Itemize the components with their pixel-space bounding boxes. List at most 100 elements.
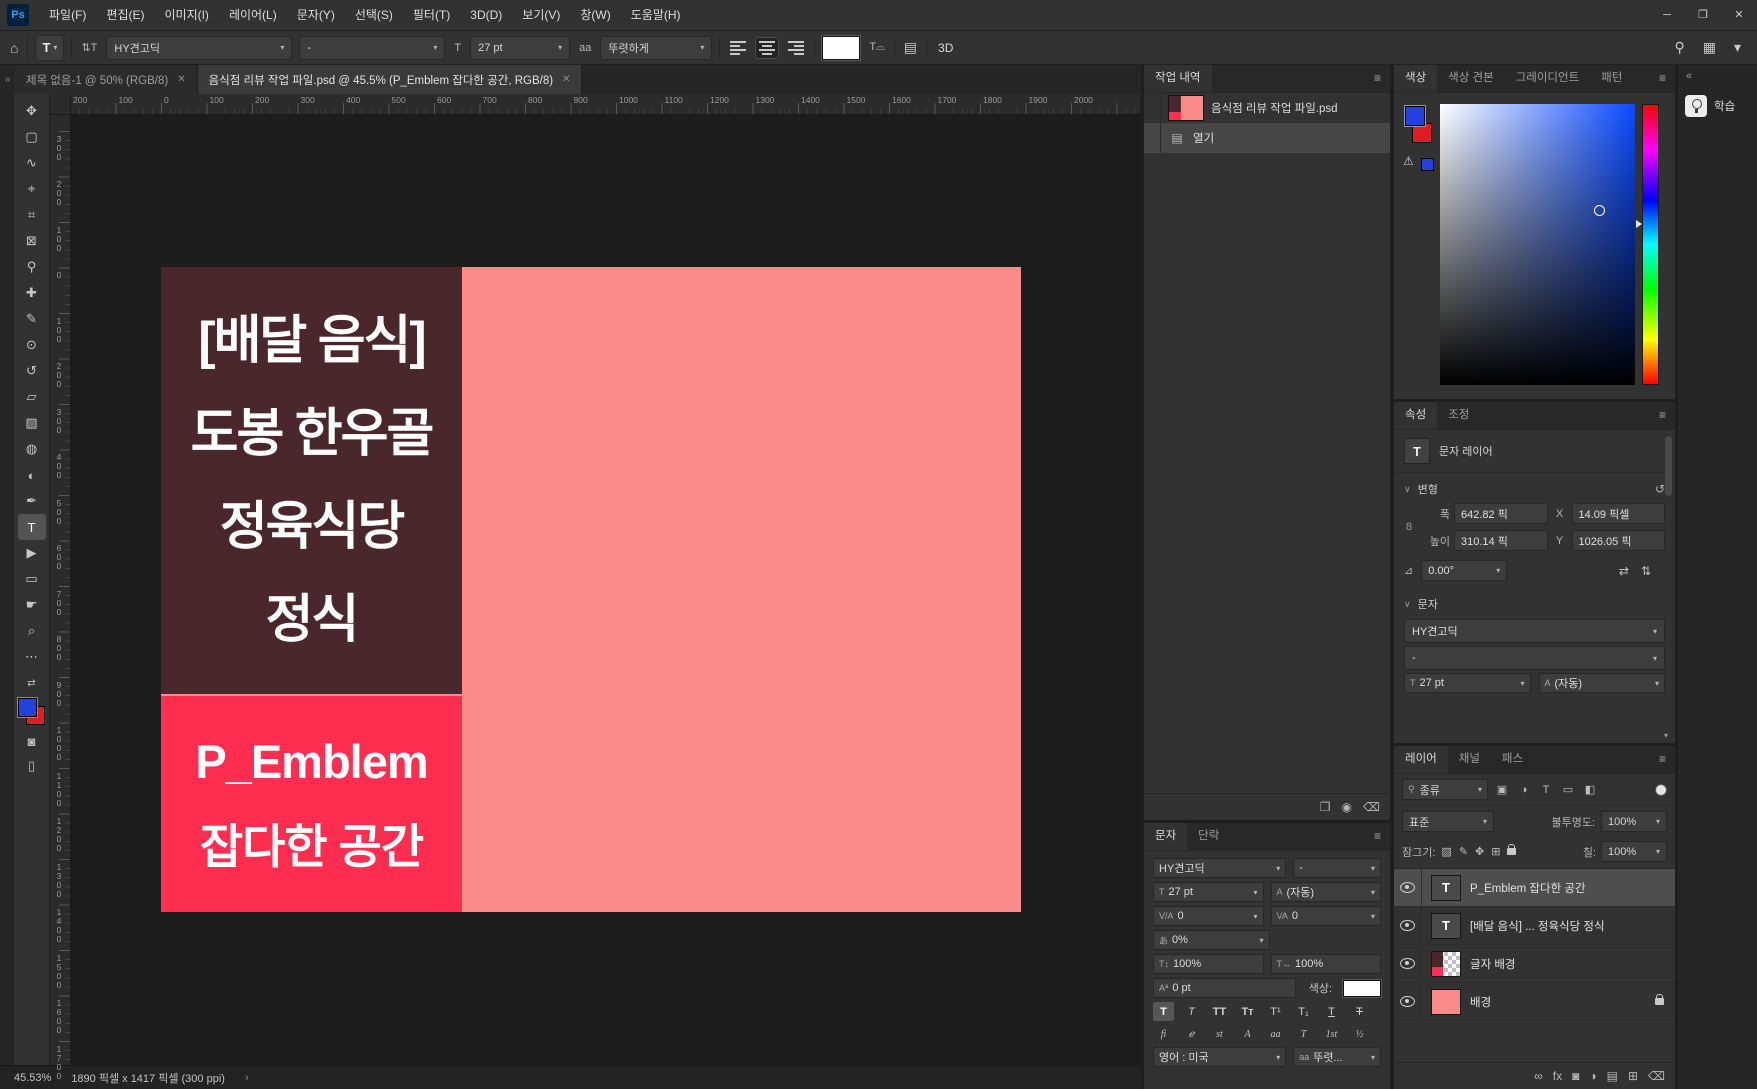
- new-adjustment-layer-icon[interactable]: ◑: [1589, 1069, 1596, 1083]
- new-document-from-state-icon[interactable]: ❐: [1320, 800, 1331, 814]
- menu-item-10[interactable]: 창(W): [570, 0, 620, 30]
- canvas-viewport[interactable]: [배달 음식]도봉 한우골정육식당정식 P_Emblem잡다한 공간: [70, 114, 1140, 1065]
- chevron-down-icon[interactable]: ▾: [1732, 39, 1743, 56]
- history-brush-tool[interactable]: ↺: [18, 358, 46, 384]
- panel-menu-icon[interactable]: ≡: [1650, 402, 1675, 429]
- pen-tool[interactable]: ✒: [18, 488, 46, 514]
- clone-stamp-tool[interactable]: ⊙: [18, 332, 46, 358]
- type-tool[interactable]: T: [18, 514, 46, 540]
- layers-tab-1[interactable]: 레이어: [1394, 746, 1448, 773]
- font-style-select[interactable]: - ▾: [299, 36, 445, 60]
- faux-bold-button[interactable]: T: [1153, 1002, 1174, 1021]
- delete-layer-icon[interactable]: ⌫: [1648, 1069, 1665, 1083]
- constrain-proportions-icon[interactable]: 8: [1402, 521, 1416, 533]
- foreground-color-swatch[interactable]: [1405, 106, 1425, 126]
- char-language-select[interactable]: 영어 : 미국 ▾: [1153, 1047, 1286, 1067]
- small-caps-button[interactable]: Tᴛ: [1237, 1002, 1258, 1021]
- collapse-tools-icon[interactable]: »: [0, 65, 15, 94]
- filter-type-layers-icon[interactable]: T: [1536, 780, 1556, 799]
- character-section-header[interactable]: ∨ 문자: [1394, 588, 1675, 616]
- menu-item-1[interactable]: 파일(F): [39, 0, 96, 30]
- strikethrough-button[interactable]: T: [1349, 1002, 1370, 1021]
- new-layer-icon[interactable]: ⊞: [1628, 1069, 1638, 1083]
- vertical-ruler[interactable]: 3002001000100200300400500600700800900100…: [50, 114, 71, 1065]
- object-selection-tool[interactable]: ⌖: [18, 176, 46, 202]
- horizontal-ruler[interactable]: 2001000100200300400500600700800900100011…: [70, 94, 1140, 115]
- character-tab-1[interactable]: 문자: [1144, 823, 1187, 850]
- dodge-tool[interactable]: ◐: [18, 462, 46, 488]
- titling-alternates-button[interactable]: T: [1293, 1025, 1314, 1043]
- properties-scrollbar[interactable]: ▾: [1663, 432, 1674, 740]
- panel-menu-icon[interactable]: ≡: [1365, 823, 1390, 850]
- opacity-select[interactable]: 100% ▾: [1601, 811, 1667, 832]
- color-tab-1[interactable]: 색상: [1394, 65, 1437, 92]
- frame-tool[interactable]: ⊠: [18, 228, 46, 254]
- props-font-family-select[interactable]: HY견고딕 ▾: [1404, 619, 1665, 643]
- color-picker-field[interactable]: [1440, 104, 1635, 385]
- menu-item-4[interactable]: 레이어(L): [219, 0, 287, 30]
- layer-visibility-toggle[interactable]: [1394, 983, 1422, 1020]
- layers-tab-3[interactable]: 패스: [1491, 746, 1534, 773]
- path-selection-tool[interactable]: ▶: [18, 540, 46, 566]
- layer-row-2[interactable]: T[배달 음식] ... 정육식당 정식: [1394, 907, 1675, 945]
- gamut-color-chip[interactable]: [1421, 158, 1434, 171]
- y-field[interactable]: 1026.05 픽: [1572, 530, 1666, 551]
- transform-section-header[interactable]: ∨ 변형 ↺: [1394, 473, 1675, 501]
- angle-field[interactable]: 0.00° ▾: [1421, 560, 1507, 581]
- contextual-alternates-button[interactable]: ℯ: [1181, 1025, 1202, 1043]
- faux-italic-button[interactable]: T: [1181, 1002, 1202, 1021]
- scroll-down-icon[interactable]: ▾: [1664, 731, 1668, 740]
- blend-mode-select[interactable]: 표준 ▾: [1402, 811, 1494, 832]
- panel-menu-icon[interactable]: ≡: [1365, 65, 1390, 92]
- eyedropper-tool[interactable]: ⚲: [18, 254, 46, 280]
- superscript-button[interactable]: T¹: [1265, 1002, 1286, 1021]
- char-tracking-select[interactable]: VA 0 ▾: [1271, 906, 1382, 926]
- align-left-button[interactable]: [727, 38, 749, 58]
- char-vertical-scale-field[interactable]: T↕ 100%: [1153, 954, 1264, 974]
- char-horizontal-scale-field[interactable]: T↔ 100%: [1271, 954, 1382, 974]
- spot-healing-brush-tool[interactable]: ✚: [18, 280, 46, 306]
- ordinals-button[interactable]: 1st: [1321, 1025, 1342, 1043]
- tool-preset-picker[interactable]: T ▾: [35, 35, 64, 61]
- props-size-select[interactable]: T 27 pt ▾: [1404, 673, 1531, 693]
- char-font-style-select[interactable]: - ▾: [1293, 858, 1381, 878]
- filter-pixel-layers-icon[interactable]: ▣: [1492, 780, 1512, 799]
- char-color-swatch[interactable]: [1343, 980, 1381, 997]
- standard-ligatures-button[interactable]: fi: [1153, 1025, 1174, 1043]
- props-font-style-select[interactable]: - ▾: [1404, 646, 1665, 670]
- height-field[interactable]: 310.14 픽: [1454, 530, 1548, 551]
- document-canvas[interactable]: [배달 음식]도봉 한우골정육식당정식 P_Emblem잡다한 공간: [161, 267, 1021, 912]
- menu-item-11[interactable]: 도움말(H): [621, 0, 691, 30]
- filter-adjustment-layers-icon[interactable]: ◑: [1514, 780, 1534, 799]
- layer-filter-toggle[interactable]: [1655, 784, 1667, 796]
- tab-close-icon[interactable]: ✕: [562, 74, 570, 85]
- swash-button[interactable]: A: [1237, 1025, 1258, 1043]
- fill-select[interactable]: 100% ▾: [1601, 841, 1667, 862]
- flip-horizontal-icon[interactable]: ⇄: [1619, 564, 1629, 578]
- history-brush-source[interactable]: [1144, 93, 1161, 123]
- properties-tab-1[interactable]: 속성: [1394, 402, 1437, 429]
- layers-tab-2[interactable]: 채널: [1448, 746, 1491, 773]
- brush-tool[interactable]: ✎: [18, 306, 46, 332]
- hue-slider-arrow[interactable]: [1636, 220, 1642, 228]
- history-panel-tab[interactable]: 작업 내역: [1144, 65, 1212, 92]
- workspace-switcher-icon[interactable]: ▦: [1701, 39, 1718, 56]
- new-group-icon[interactable]: ▤: [1607, 1069, 1618, 1083]
- gradient-tool[interactable]: ▨: [18, 410, 46, 436]
- layer-filter-type-select[interactable]: ⚲ 종류 ▾: [1402, 779, 1488, 800]
- layer-visibility-toggle[interactable]: [1394, 907, 1422, 944]
- flip-vertical-icon[interactable]: ⇅: [1641, 564, 1651, 578]
- menu-item-7[interactable]: 필터(T): [403, 0, 460, 30]
- char-size-select[interactable]: T 27 pt ▾: [1153, 882, 1264, 902]
- char-font-family-select[interactable]: HY견고딕 ▾: [1153, 858, 1286, 878]
- properties-tab-2[interactable]: 조정: [1437, 402, 1480, 429]
- menu-item-3[interactable]: 이미지(I): [154, 0, 218, 30]
- new-snapshot-icon[interactable]: ◉: [1342, 800, 1352, 814]
- link-layers-icon[interactable]: ∞: [1534, 1069, 1543, 1083]
- zoom-level-field[interactable]: 45.53%: [14, 1072, 51, 1084]
- color-tab-4[interactable]: 패턴: [1590, 65, 1633, 92]
- rectangle-tool[interactable]: ▭: [18, 566, 46, 592]
- menu-item-9[interactable]: 보기(V): [512, 0, 570, 30]
- crop-tool[interactable]: ⌗: [18, 202, 46, 228]
- filter-shape-layers-icon[interactable]: ▭: [1558, 780, 1578, 799]
